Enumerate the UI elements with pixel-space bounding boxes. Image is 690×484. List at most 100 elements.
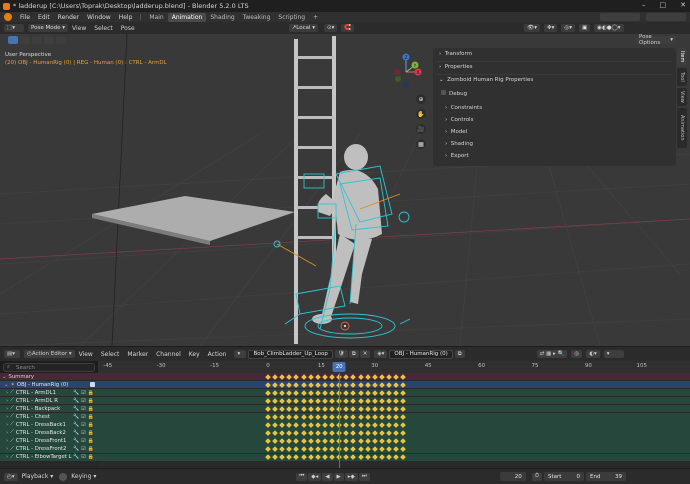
subpanel-constraints[interactable]: › Constraints xyxy=(445,105,482,111)
bone-channel[interactable]: › ⟋ CTRL - Chest 🔧 ☑ 🔒 xyxy=(0,413,98,421)
mode-dropdown[interactable]: Pose Mode ▾ xyxy=(28,24,68,32)
keyframe[interactable] xyxy=(308,398,314,404)
keyframe[interactable] xyxy=(272,382,278,388)
snap-toggle[interactable]: 🧲 xyxy=(341,24,355,32)
end-frame-field[interactable]: End 39 xyxy=(586,472,627,481)
select-box-tool-icon[interactable] xyxy=(8,36,18,44)
pose-options-button[interactable]: Pose Options ▾ xyxy=(636,34,676,46)
keyframe[interactable] xyxy=(308,438,314,444)
keyframe[interactable] xyxy=(372,414,378,420)
lock-icon[interactable]: 🔒 xyxy=(88,398,94,404)
keyframe[interactable] xyxy=(279,382,285,388)
expand-arrow-icon[interactable]: ⌄ xyxy=(2,374,6,380)
lock-icon[interactable]: 🔒 xyxy=(88,390,94,396)
keyframe[interactable] xyxy=(272,422,278,428)
keyframe[interactable] xyxy=(393,454,399,460)
keyframe[interactable] xyxy=(279,438,285,444)
keyframe[interactable] xyxy=(343,422,349,428)
expand-arrow-icon[interactable]: › xyxy=(6,430,8,436)
keyframe[interactable] xyxy=(315,374,321,380)
menu-key[interactable]: Key xyxy=(185,351,204,358)
lock-icon[interactable]: 🔒 xyxy=(88,438,94,444)
keyframe[interactable] xyxy=(379,454,385,460)
keyframe[interactable] xyxy=(358,398,364,404)
bone-channel[interactable]: › ⟋ CTRL - DressFront1 🔧 ☑ 🔒 xyxy=(0,437,98,445)
keyframe[interactable] xyxy=(272,454,278,460)
keyframe[interactable] xyxy=(365,414,371,420)
keyframe-row[interactable] xyxy=(98,453,690,461)
keyframe-row[interactable] xyxy=(98,413,690,421)
keyframe[interactable] xyxy=(343,430,349,436)
debug-checkbox[interactable]: Debug xyxy=(441,90,467,97)
keyframe[interactable] xyxy=(315,430,321,436)
keyframe[interactable] xyxy=(393,414,399,420)
keyframe[interactable] xyxy=(279,430,285,436)
keyframe[interactable] xyxy=(301,430,307,436)
keyframe[interactable] xyxy=(343,374,349,380)
slot-name-field[interactable]: OBJ - HumanRig (0) xyxy=(389,349,453,359)
keyframe[interactable] xyxy=(322,414,328,420)
xray-toggle[interactable]: ▣ xyxy=(578,24,591,32)
keyframe[interactable] xyxy=(350,438,356,444)
keyframe[interactable] xyxy=(322,398,328,404)
keyframe[interactable] xyxy=(343,414,349,420)
keyframe[interactable] xyxy=(286,454,292,460)
keyframe[interactable] xyxy=(272,390,278,396)
slot-browse-icon[interactable]: ◈▾ xyxy=(374,350,388,358)
checkbox-icon[interactable]: ☑ xyxy=(81,454,85,460)
subpanel-controls[interactable]: › Controls xyxy=(445,117,473,123)
keyframe[interactable] xyxy=(372,454,378,460)
menu-marker[interactable]: Marker xyxy=(123,351,152,358)
keyframe[interactable] xyxy=(265,398,271,404)
keyframe[interactable] xyxy=(315,406,321,412)
lock-icon[interactable]: 🔒 xyxy=(88,430,94,436)
keyframe[interactable] xyxy=(329,430,335,436)
keyframe[interactable] xyxy=(379,414,385,420)
keyframe[interactable] xyxy=(301,398,307,404)
keyframe[interactable] xyxy=(386,398,392,404)
wrench-icon[interactable]: 🔧 xyxy=(73,438,79,444)
keyframe[interactable] xyxy=(372,422,378,428)
keyframe[interactable] xyxy=(315,422,321,428)
keyframe[interactable] xyxy=(329,438,335,444)
pivot-dropdown[interactable]: ⊙▾ xyxy=(324,24,338,32)
blender-logo-icon[interactable] xyxy=(4,13,12,21)
keyframe[interactable] xyxy=(315,446,321,452)
keyframe[interactable] xyxy=(308,374,314,380)
playhead-line[interactable] xyxy=(339,373,341,468)
expand-arrow-icon[interactable]: › xyxy=(6,398,8,404)
lock-icon[interactable]: 🔒 xyxy=(88,406,94,412)
dopesheet-area[interactable] xyxy=(98,373,690,468)
keyframe[interactable] xyxy=(343,382,349,388)
wrench-icon[interactable]: 🔧 xyxy=(73,398,79,404)
checkbox-icon[interactable]: ☑ xyxy=(81,430,85,436)
keyframe[interactable] xyxy=(272,414,278,420)
menu-window[interactable]: Window xyxy=(83,14,115,21)
filter-icons[interactable]: ⇄ ▦ ▸ 🔍 xyxy=(536,350,568,358)
keyframe[interactable] xyxy=(379,374,385,380)
keyframe[interactable] xyxy=(322,446,328,452)
play-icon[interactable]: ▶ xyxy=(333,472,344,481)
keyframe[interactable] xyxy=(400,390,406,396)
keyframe[interactable] xyxy=(365,446,371,452)
keyframe[interactable] xyxy=(400,422,406,428)
frame-ruler[interactable]: -45-30-15015304560759010512020 xyxy=(98,361,690,373)
keyframe[interactable] xyxy=(400,398,406,404)
start-frame-field[interactable]: Start 0 xyxy=(544,472,585,481)
keyframe-row[interactable] xyxy=(98,381,690,389)
next-key-icon[interactable]: ▸◆ xyxy=(344,472,358,481)
keyframe[interactable] xyxy=(265,374,271,380)
keyframe[interactable] xyxy=(322,438,328,444)
wrench-icon[interactable]: 🔧 xyxy=(73,390,79,396)
editor-type-dropdown[interactable]: ⬚▾ xyxy=(4,24,24,32)
keyframe-row[interactable] xyxy=(98,421,690,429)
select-mode-2-icon[interactable] xyxy=(32,36,42,44)
keyframe[interactable] xyxy=(400,414,406,420)
keyframe[interactable] xyxy=(393,390,399,396)
keyframe[interactable] xyxy=(265,454,271,460)
keyframe[interactable] xyxy=(386,430,392,436)
keyframe[interactable] xyxy=(358,414,364,420)
checkbox-icon[interactable]: ☑ xyxy=(81,422,85,428)
keyframe[interactable] xyxy=(400,374,406,380)
keyframe[interactable] xyxy=(365,398,371,404)
